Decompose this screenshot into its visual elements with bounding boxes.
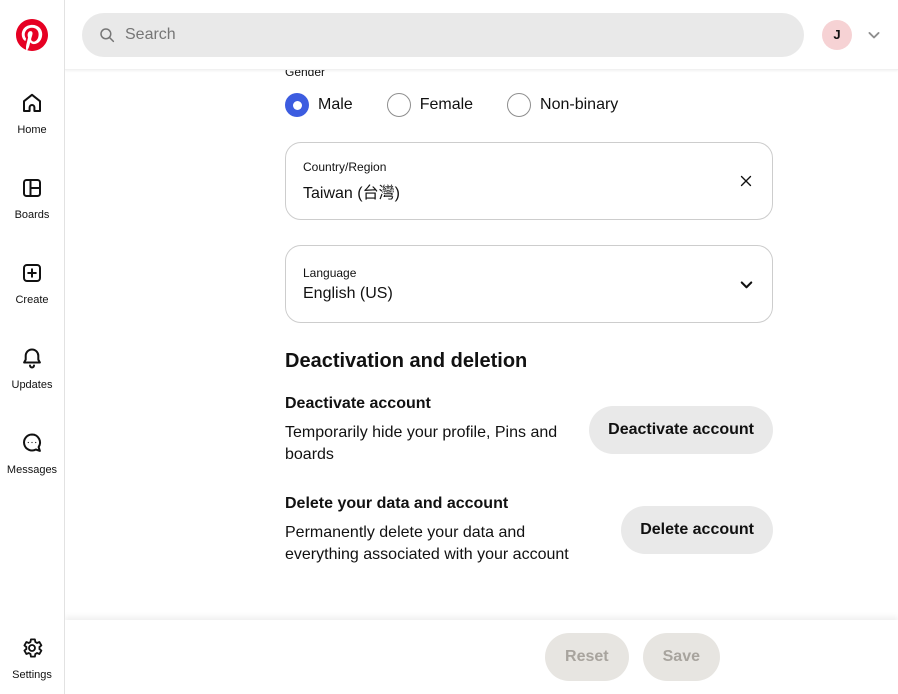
chevron-down-icon[interactable] xyxy=(734,272,758,296)
sidebar-item-label: Updates xyxy=(12,379,53,391)
pinterest-settings-page: Home Boards Create Updates Messages xyxy=(0,0,898,694)
language-label: Language xyxy=(303,266,720,280)
top-bar: J xyxy=(65,0,898,70)
settings-icon xyxy=(20,636,44,660)
deactivate-account-button[interactable]: Deactivate account xyxy=(589,406,773,454)
radio-female[interactable]: Female xyxy=(387,93,473,117)
country-region-value: Taiwan (台灣) xyxy=(303,179,720,203)
boards-icon xyxy=(20,176,44,200)
sidebar-item-home[interactable]: Home xyxy=(17,91,46,136)
delete-account-title: Delete your data and account xyxy=(285,494,621,513)
sidebar-item-messages[interactable]: Messages xyxy=(7,431,57,476)
deactivate-account-title: Deactivate account xyxy=(285,394,589,413)
sidebar-item-settings[interactable]: Settings xyxy=(12,636,52,681)
delete-account-button[interactable]: Delete account xyxy=(621,506,773,554)
country-region-field[interactable]: Country/Region Taiwan (台灣) xyxy=(285,142,773,220)
sidebar-item-label: Create xyxy=(15,294,48,306)
radio-label: Non-binary xyxy=(540,96,618,114)
account-area: J xyxy=(822,20,884,50)
radio-label: Male xyxy=(318,96,353,114)
search-input[interactable] xyxy=(125,26,788,44)
settings-scroll-area: Gender Male Female Non-binary Country/Re… xyxy=(65,70,898,620)
home-icon xyxy=(20,91,44,115)
sidebar-item-create[interactable]: Create xyxy=(15,261,48,306)
sidebar-item-label: Boards xyxy=(15,209,50,221)
language-field[interactable]: Language English (US) xyxy=(285,245,773,323)
reset-button[interactable]: Reset xyxy=(545,633,629,681)
gender-radio-group: Male Female Non-binary xyxy=(285,93,773,117)
country-region-label: Country/Region xyxy=(303,160,720,174)
search-icon xyxy=(98,26,116,44)
delete-account-description: Permanently delete your data and everyth… xyxy=(285,522,585,566)
radio-label: Female xyxy=(420,96,473,114)
gender-label: Gender xyxy=(285,70,773,80)
sidebar-item-label: Settings xyxy=(12,669,52,681)
radio-unselected-icon xyxy=(387,93,411,117)
chevron-down-icon[interactable] xyxy=(864,25,884,45)
sidebar-item-updates[interactable]: Updates xyxy=(12,346,53,391)
radio-unselected-icon xyxy=(507,93,531,117)
clear-icon[interactable] xyxy=(734,169,758,193)
radio-male[interactable]: Male xyxy=(285,93,353,117)
save-button[interactable]: Save xyxy=(643,633,720,681)
create-icon xyxy=(20,261,44,285)
sidebar-item-label: Messages xyxy=(7,464,57,476)
messages-icon xyxy=(20,431,44,455)
avatar[interactable]: J xyxy=(822,20,852,50)
search-bar[interactable] xyxy=(82,13,804,57)
radio-non-binary[interactable]: Non-binary xyxy=(507,93,618,117)
settings-footer-bar: Reset Save xyxy=(65,620,898,694)
radio-selected-icon xyxy=(285,93,309,117)
updates-icon xyxy=(20,346,44,370)
deactivate-account-description: Temporarily hide your profile, Pins and … xyxy=(285,422,585,466)
language-value: English (US) xyxy=(303,285,720,303)
sidebar-item-boards[interactable]: Boards xyxy=(15,176,50,221)
delete-account-text: Delete your data and account Permanently… xyxy=(285,494,621,566)
pinterest-logo-icon[interactable] xyxy=(16,19,48,51)
sidebar-item-label: Home xyxy=(17,124,46,136)
deactivation-section-heading: Deactivation and deletion xyxy=(285,349,773,373)
sidebar: Home Boards Create Updates Messages xyxy=(0,0,65,694)
settings-content: Gender Male Female Non-binary Country/Re… xyxy=(285,70,773,566)
delete-account-row: Delete your data and account Permanently… xyxy=(285,494,773,566)
deactivate-account-row: Deactivate account Temporarily hide your… xyxy=(285,394,773,466)
deactivate-account-text: Deactivate account Temporarily hide your… xyxy=(285,394,589,466)
